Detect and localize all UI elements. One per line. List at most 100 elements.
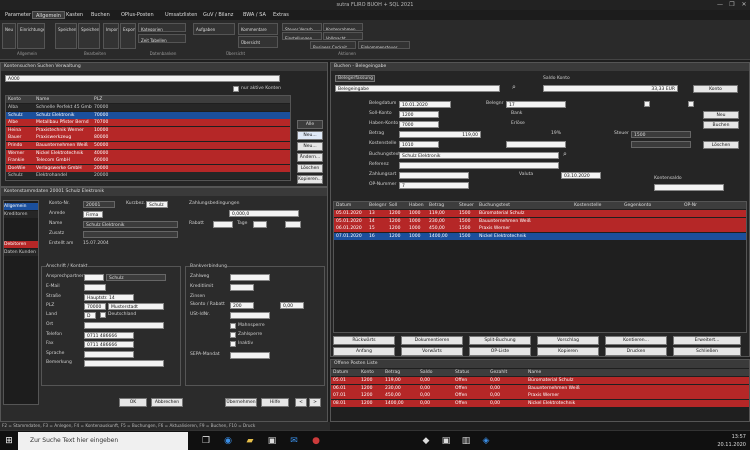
ort-detail-field[interactable] [84,322,164,329]
next-record-button[interactable]: > [309,398,321,407]
menu-bwa[interactable]: BWA / SA [240,11,269,19]
tel-field[interactable]: 0711 486666 [84,332,134,339]
sprache-select[interactable] [84,351,134,358]
pinned-app-3-icon[interactable]: ▥ [460,435,472,447]
ansprech-name-field[interactable]: Schulz [106,274,166,281]
open-item-row[interactable]: 07.01 1200 450,00 0,00 Offen 0,00 Praxis Werne… [331,392,749,399]
ribbon-business-cockpit-button[interactable]: Business Cockpit [310,41,356,49]
pinned-app-2-icon[interactable]: ▣ [440,435,452,447]
ribbon-power-of-attorney-button[interactable]: Vollmacht [323,32,363,40]
action-close-button[interactable]: Schließen [673,347,741,356]
new-account-button[interactable]: Neu... [297,131,323,140]
tage-field[interactable] [253,221,267,228]
account-row[interactable]: Alba Schnelle Perfekt 45 GmbH 70000 [6,104,290,111]
open-item-row[interactable]: 05.01 1200 119,00 0,00 Offen 0,00 Büromaterial… [331,377,749,384]
maximize-button[interactable]: ❐ [726,0,738,10]
ribbon-export-button[interactable]: Export [120,23,136,49]
tree-item-daten-kunden[interactable]: Daten Kunden [4,249,38,256]
kredit-field[interactable] [230,284,254,291]
search-icon[interactable]: ⌕ [512,84,516,91]
steuer-field[interactable]: 1500 [631,131,691,138]
mahnsperre-checkbox[interactable] [230,323,236,329]
account-row[interactable]: Prindo Bauunternehmen Weiß 50000 [6,142,290,149]
belegnr-field[interactable]: 17 [506,101,566,108]
zusatz-field[interactable] [83,231,178,238]
col-buchungstext[interactable]: Buchungstext [477,202,572,209]
op-col-gezahlt[interactable]: Gezahlt [488,369,526,376]
referenz-field[interactable] [399,162,559,169]
ribbon-settings-button[interactable]: Einstellungen [282,32,322,40]
zahlungsart-field[interactable] [399,172,469,179]
ribbon-tax-button[interactable]: Steuer Verarb. [282,23,322,31]
help-button[interactable]: Hilfe [261,398,289,407]
inaktiv-checkbox[interactable] [230,341,236,347]
action-forward-button[interactable]: Vorwärts [401,347,463,356]
windows-start-icon[interactable]: ⊞ [3,435,15,447]
account-row[interactable]: Werner Nickel Elektrotechnik 40000 [6,149,290,157]
netto-field[interactable] [285,221,301,228]
name-field[interactable]: Schulz Elektronik [83,221,178,228]
pinned-app-icon[interactable]: ◆ [420,435,432,447]
op-col-name[interactable]: Name [526,369,676,376]
prev-record-button[interactable]: < [295,398,307,407]
belegart-select[interactable]: Belegeingabe [335,85,500,92]
valuta-field[interactable]: 03.10.2020 [561,172,601,179]
ort-field[interactable]: Musterstadt [108,303,164,310]
menu-extras[interactable]: Extras [270,11,292,19]
action-oplist-button[interactable]: OP-Liste [469,347,531,356]
col-soll[interactable]: Soll [387,202,407,209]
tree-item-debitoren[interactable]: Debitoren [4,241,38,248]
land-field[interactable]: D [84,312,96,319]
apply-button[interactable]: Übernehmen [225,398,257,407]
menu-guv-bilanz[interactable]: GuV / Bilanz [200,11,236,19]
action-assign-button[interactable]: Kontieren... [605,336,667,345]
ribbon-income-tax-button[interactable]: Einkommensteuer [358,41,410,49]
ribbon-overview-button[interactable]: Übersicht [238,36,278,48]
tree-item-allgemein[interactable]: Allgemein [4,203,38,210]
col-haben[interactable]: Haben [407,202,427,209]
col-kostenstelle[interactable]: Kostenstelle [572,202,622,209]
sepa-field[interactable] [230,352,270,359]
mail-icon[interactable]: ✉ [288,435,300,447]
ok-button[interactable]: OK [119,398,147,407]
filter-all-button[interactable]: Alle [297,120,323,129]
option-b-checkbox[interactable] [688,101,694,107]
action-copy-button[interactable]: Kopieren [537,347,599,356]
zahlsperre-checkbox[interactable] [230,332,236,338]
ribbon-new-button[interactable]: Neu [2,23,16,49]
minimize-button[interactable]: — [714,0,726,10]
account-row[interactable]: DoeWie Verlagswerke GmbH 20000 [6,164,290,172]
menu-buchen[interactable]: Buchen [88,11,113,19]
skonto-field[interactable]: 200 [230,302,254,309]
rabatt-value-field[interactable]: 0,00 [280,302,304,309]
open-item-row[interactable]: 06.01 1200 230,00 0,00 Offen 0,00 Bauunternehm… [331,384,749,392]
tab-belegerfassung[interactable]: Belegerfassung [335,75,375,82]
col-opnr[interactable]: OP-Nr [682,202,742,209]
task-view-icon[interactable]: ❐ [200,435,212,447]
copy-account-button[interactable]: Kopieren... [297,175,323,184]
op-col-betrag[interactable]: Betrag [383,369,418,376]
booking-row[interactable]: 06.01.2020 15 1200 1000 450,00 1500 Praxis Wer… [334,225,746,232]
side-delete-button[interactable]: Löschen [703,141,739,149]
col-name[interactable]: Name [34,96,92,103]
rabatt-field[interactable] [213,221,233,228]
side-book-button[interactable]: Buchen [703,121,739,129]
kost2-field[interactable] [506,141,566,148]
opnr-field[interactable]: 7 [399,182,469,189]
op-col-konto[interactable]: Konto [359,369,383,376]
open-item-row[interactable]: 08.01 1200 1400,00 0,00 Offen 0,00 Nickel Elek… [331,399,749,407]
ribbon-comments-button[interactable]: Kommentare [238,23,278,35]
zahlungsbed-field[interactable]: 0,000,0 [229,210,299,217]
account-row[interactable]: Schulz Elektrohandel 20000 [6,172,290,180]
saldo-konto-button[interactable]: Konto [693,85,738,93]
kurz-field[interactable]: Schulz [146,201,168,208]
edit-account-button[interactable]: Ändern... [297,153,323,162]
option-a-checkbox[interactable] [644,101,650,107]
ribbon-tasks-button[interactable]: Aufgaben [193,23,235,35]
booking-row[interactable]: 05.01.2020 14 1200 1000 230,00 1500 Bauunterne… [334,217,746,225]
action-split-button[interactable]: Split-Buchung [469,336,531,345]
action-print-button[interactable]: Drucken [605,347,667,356]
cancel-button[interactable]: Abbrechen [151,398,183,407]
account-row[interactable]: Schulz Schulz Elektronik 70000 [6,111,290,119]
op-col-datum[interactable]: Datum [331,369,359,376]
